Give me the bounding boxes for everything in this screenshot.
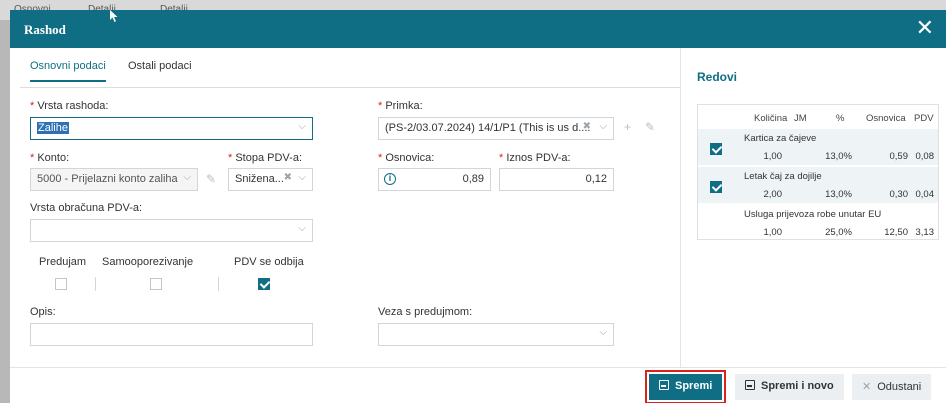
table-row[interactable]: Kartica za čajeve 1,00 13,0% 0,59 0,08 (698, 129, 938, 165)
row-osnovica: 0,59 (889, 151, 909, 162)
konto-select[interactable]: 5000 - Prijelazni konto zaliha ⌵ (30, 168, 198, 191)
checkbox-label-predujam: Predujam (39, 256, 87, 268)
redovi-panel: Redovi Količina JM % Osnovica PDV Kartic… (680, 48, 946, 367)
row-pct: 13,0% (825, 189, 852, 200)
modal-footer: Spremi Spremi i novo ✕ Odustani (10, 367, 946, 403)
info-icon[interactable]: i (384, 173, 396, 185)
save-button[interactable]: Spremi (644, 370, 727, 403)
row-pct: 25,0% (825, 227, 852, 238)
cancel-button[interactable]: ✕ Odustani (852, 374, 932, 400)
iznos-pdv-input[interactable]: 0,12 (499, 168, 614, 191)
opis-input[interactable] (30, 323, 313, 346)
iznos-pdv-label: * Iznos PDV-a: (499, 152, 571, 164)
stopa-pdv-select[interactable]: Snižena... ✖ ⌵ (228, 168, 313, 191)
checkbox-label-samooporezivanje: Samooporezivanje (102, 256, 194, 268)
mouse-cursor-icon (110, 10, 118, 22)
table-row[interactable]: Letak čaj za dojilje 2,00 13,0% 0,30 0,0… (698, 167, 938, 203)
col-jm: JM (794, 113, 807, 124)
col-pct: % (836, 113, 845, 124)
col-kolicina: Količina (754, 113, 788, 124)
divider (95, 277, 96, 291)
vrsta-rashoda-label: * Vrsta rashoda: (30, 100, 109, 112)
expense-modal: Rashod ✕ Osnovni podaci Ostali podaci * … (10, 10, 946, 403)
redovi-title: Redovi (697, 70, 738, 84)
row-name: Usluga prijevoza robe unutar EU (744, 209, 882, 220)
pdv-se-odbija-checkbox[interactable] (258, 278, 270, 290)
primka-label: * Primka: (378, 100, 423, 112)
stopa-pdv-label: * Stopa PDV-a: (228, 152, 302, 164)
chevron-down-icon: ⌵ (599, 121, 607, 132)
save-icon (659, 380, 669, 390)
edit-icon[interactable]: ✎ (206, 172, 216, 186)
osnovica-label: * Osnovica: (378, 152, 435, 164)
row-kolicina: 1,00 (763, 151, 783, 162)
chevron-down-icon: ⌵ (298, 172, 306, 183)
row-kolicina: 1,00 (763, 227, 783, 238)
primka-select[interactable]: (PS-2/03.07.2024) 14/1/P1 (This is us d.… (378, 117, 614, 140)
add-icon[interactable]: + (624, 120, 631, 134)
chevron-down-icon: ⌵ (599, 327, 607, 338)
vrsta-obracuna-label: Vrsta obračuna PDV-a: (30, 202, 143, 214)
row-kolicina: 2,00 (763, 189, 783, 200)
samooporezivanje-checkbox[interactable] (150, 278, 162, 290)
close-icon: ✕ (862, 381, 872, 393)
table-row[interactable]: Usluga prijevoza robe unutar EU 1,00 25,… (698, 205, 938, 241)
vrsta-rashoda-select[interactable]: Zalihe ⌵ (30, 117, 313, 140)
tab-osnovni-podaci[interactable]: Osnovni podaci (30, 60, 106, 82)
background-edge (0, 20, 10, 403)
edit-icon[interactable]: ✎ (645, 120, 655, 134)
veza-label: Veza s predujmom: (378, 306, 473, 318)
checkbox-label-pdv-se-odbija: PDV se odbija (234, 256, 304, 268)
tab-bar: Osnovni podaci Ostali podaci (20, 58, 680, 88)
chevron-down-icon: ⌵ (298, 121, 306, 132)
predujam-checkbox[interactable] (55, 278, 67, 290)
redovi-table: Količina JM % Osnovica PDV Kartica za ča… (697, 104, 939, 240)
row-pdv: 0,08 (915, 151, 935, 162)
row-checkbox[interactable] (710, 143, 722, 155)
clear-icon[interactable]: ✖ (583, 121, 591, 132)
chevron-down-icon: ⌵ (183, 172, 191, 183)
row-pdv: 3,13 (915, 227, 935, 238)
row-name: Kartica za čajeve (744, 133, 817, 144)
chevron-down-icon: ⌵ (298, 223, 306, 234)
row-checkbox[interactable] (710, 181, 722, 193)
modal-header: Rashod ✕ (10, 10, 946, 48)
konto-label: * Konto: (30, 152, 70, 164)
opis-label: Opis: (30, 306, 56, 318)
col-pdv: PDV (914, 113, 934, 124)
tab-ostali-podaci[interactable]: Ostali podaci (128, 60, 192, 80)
close-icon[interactable]: ✕ (916, 16, 934, 40)
vrsta-obracuna-select[interactable]: ⌵ (30, 219, 313, 242)
row-osnovica: 12,50 (884, 227, 908, 238)
row-osnovica: 0,30 (889, 189, 909, 200)
row-name: Letak čaj za dojilje (744, 171, 822, 182)
save-and-new-button[interactable]: Spremi i novo (735, 374, 844, 400)
clear-icon[interactable]: ✖ (284, 172, 292, 183)
modal-title: Rashod (24, 22, 66, 37)
veza-select[interactable]: ⌵ (378, 323, 614, 346)
row-pct: 13,0% (825, 151, 852, 162)
save-icon (745, 380, 755, 390)
divider (218, 277, 219, 291)
col-osnovica: Osnovica (866, 113, 906, 124)
row-pdv: 0,04 (915, 189, 935, 200)
